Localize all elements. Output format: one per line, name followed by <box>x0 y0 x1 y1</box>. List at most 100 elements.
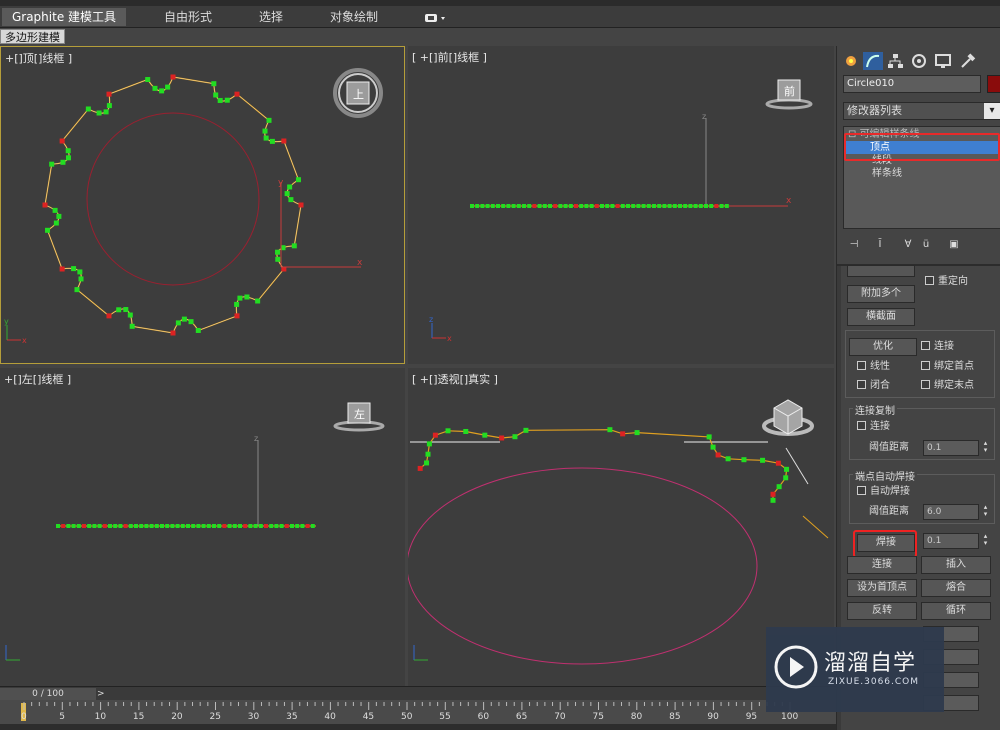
insert-button[interactable]: 插入 <box>921 556 991 574</box>
stack-item-spline[interactable]: 样条线 <box>848 167 902 180</box>
show-end-result-icon[interactable]: Ī <box>873 238 887 252</box>
auto-threshold-spinner[interactable]: ▴ ▾ <box>981 504 990 520</box>
svg-text:前: 前 <box>784 84 795 98</box>
stack-toolbar: ⊣ Ī ∀ ü ▣ <box>847 238 997 254</box>
vertex-marker <box>159 88 165 94</box>
bind-last-checkbox[interactable]: 绑定末点 <box>921 379 974 393</box>
display-tab[interactable] <box>933 52 953 70</box>
vertex-marker <box>106 313 112 319</box>
frame-tick-label: 75 <box>592 712 604 722</box>
motion-tab[interactable] <box>909 52 929 70</box>
utilities-hammer-icon <box>961 53 976 68</box>
vertex-marker <box>558 204 563 208</box>
time-slider[interactable]: 0 / 100 > <box>0 686 836 700</box>
fuse-button[interactable]: 熔合 <box>921 579 991 597</box>
view-cube-front[interactable]: 前 <box>765 79 813 110</box>
vertex-marker <box>634 430 640 436</box>
vertex-marker <box>506 204 511 208</box>
refine-button[interactable]: 优化 <box>849 338 917 356</box>
vertex-marker <box>49 161 55 167</box>
closed-checkbox[interactable]: 闭合 <box>857 379 890 393</box>
vertex-marker <box>128 524 133 528</box>
connect-copy-checkbox[interactable]: 连接 <box>857 420 890 434</box>
reorient-checkbox[interactable]: 重定向 <box>925 275 968 289</box>
ribbon-options-icon <box>425 14 445 22</box>
remove-modifier-icon[interactable]: ü <box>919 238 933 252</box>
vertex-marker <box>499 435 505 441</box>
make-first-button[interactable]: 设为首顶点 <box>847 579 917 597</box>
viewport-label-perspective[interactable]: [ +[]透视[]真实 ] <box>412 371 498 387</box>
vertex-marker <box>688 204 693 208</box>
ribbon-options-dropdown[interactable] <box>423 11 451 25</box>
threshold-spinner[interactable]: ▴ ▾ <box>981 440 990 456</box>
tab-freeform[interactable]: 自由形式 <box>150 8 226 26</box>
vertex-marker <box>715 452 721 458</box>
vertex-marker <box>77 269 83 275</box>
connect-checkbox[interactable]: 连接 <box>921 340 954 354</box>
vertex-marker <box>288 197 294 203</box>
viewport-label-top[interactable]: +[]顶[]线框 ] <box>5 50 72 66</box>
svg-text:x: x <box>786 196 792 206</box>
modifier-list-dropdown[interactable]: 修改器列表 ▾ <box>843 102 1000 120</box>
perspective-segment <box>802 515 829 539</box>
utilities-tab[interactable] <box>957 52 977 70</box>
vertex-marker <box>284 524 289 528</box>
subtab-polygon-modeling[interactable]: 多边形建模 <box>0 29 65 44</box>
world-axis-icon: z x <box>429 315 452 343</box>
pin-stack-icon[interactable]: ⊣ <box>847 238 861 252</box>
bind-first-checkbox[interactable]: 绑定首点 <box>921 360 974 374</box>
tab-selection[interactable]: 选择 <box>248 8 294 26</box>
auto-threshold-field[interactable]: 6.0 <box>923 504 979 520</box>
reverse-button[interactable]: 反转 <box>847 602 917 620</box>
frame-counter[interactable]: 0 / 100 <box>0 688 96 700</box>
auto-weld-checkbox[interactable]: 自动焊接 <box>857 485 910 499</box>
trackbar[interactable]: 0 5 10 15 20 25 30 35 40 45 50 55 60 65 70 75 80 85 90 95 10… <box>0 700 836 724</box>
motion-icon <box>912 54 926 68</box>
viewport-left[interactable]: z 左 +[]左[]线框 ] <box>0 368 405 686</box>
create-tab[interactable] <box>841 52 861 70</box>
create-line-button[interactable] <box>847 265 915 277</box>
cross-section-button[interactable]: 横截面 <box>847 308 915 326</box>
viewport-label-left[interactable]: +[]左[]线框 ] <box>4 371 71 387</box>
vertex-marker <box>59 266 65 272</box>
vertex-marker <box>600 204 604 208</box>
tab-graphite-modeling[interactable]: Graphite 建模工具 <box>2 8 126 26</box>
cycle-button[interactable]: 循环 <box>921 602 991 620</box>
vertex-marker <box>134 524 138 528</box>
vertex-marker <box>310 524 315 528</box>
attach-multiple-button[interactable]: 附加多个 <box>847 285 915 303</box>
vertex-marker <box>269 524 274 528</box>
linear-checkbox[interactable]: 线性 <box>857 360 890 374</box>
object-color-swatch[interactable] <box>987 75 1000 93</box>
configure-sets-icon[interactable]: ▣ <box>947 238 961 252</box>
vertex-marker <box>490 204 495 208</box>
vertex-marker <box>71 524 76 528</box>
vertex-marker <box>626 204 630 208</box>
viewport-label-front[interactable]: [ +[]前[]线框 ] <box>412 49 487 65</box>
modifier-stack[interactable]: ⊟ 可编辑样条线 顶点 线段 样条线 <box>843 126 1000 229</box>
modify-tab[interactable] <box>863 52 883 70</box>
weld-threshold-field[interactable]: 0.1 <box>923 533 979 549</box>
viewport-top[interactable]: x y 上 y x +[]顶[]线框 ] <box>0 46 405 364</box>
frame-tick-label: 95 <box>745 712 758 722</box>
vertex-marker <box>704 204 708 208</box>
view-cube-left[interactable]: 左 <box>333 402 385 432</box>
threshold-label: 阈值距离 <box>869 442 909 453</box>
vertex-marker <box>97 524 102 528</box>
object-name-field[interactable]: Circle010 <box>843 75 981 93</box>
make-unique-icon[interactable]: ∀ <box>901 238 915 252</box>
vertex-marker <box>170 74 176 80</box>
view-cube-top[interactable]: 上 <box>333 68 383 118</box>
weld-threshold-spinner[interactable]: ▴ ▾ <box>981 533 990 549</box>
viewport-front[interactable]: z x 前 z x [ +[]前[]线框 ] <box>408 46 834 364</box>
connect-button[interactable]: 连接 <box>847 556 917 574</box>
view-cube-perspective[interactable] <box>762 399 814 436</box>
vertex-marker <box>775 460 781 466</box>
tab-object-paint[interactable]: 对象绘制 <box>318 8 390 26</box>
frame-tick-label: 35 <box>286 712 298 722</box>
next-frame-arrow-icon[interactable]: > <box>97 688 107 700</box>
gear-spline-top <box>42 74 304 336</box>
vertex-marker <box>211 81 217 87</box>
hierarchy-tab[interactable] <box>885 52 905 70</box>
threshold-field[interactable]: 0.1 <box>923 440 979 456</box>
